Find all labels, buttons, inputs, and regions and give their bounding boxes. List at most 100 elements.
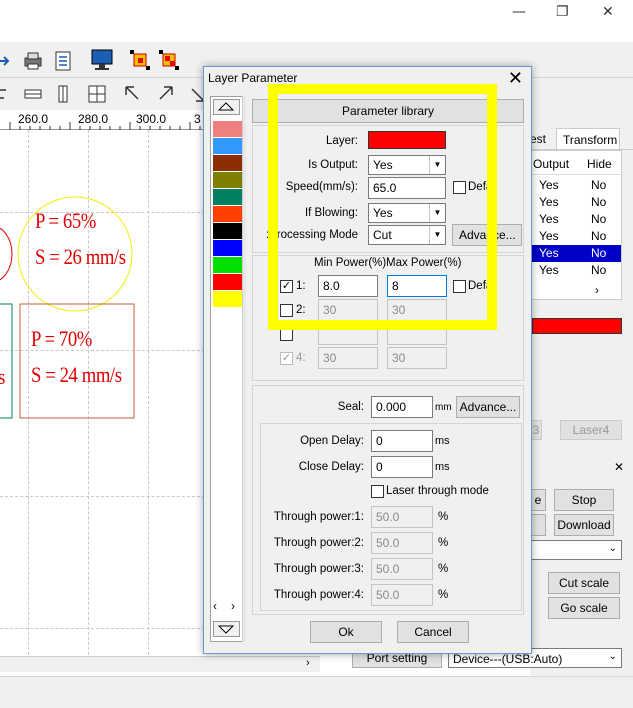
row-hide: No	[591, 246, 607, 260]
layer-color-bar	[532, 318, 622, 334]
is-output-select[interactable]: Yes ▼	[368, 155, 446, 175]
max-power-input[interactable]: 30	[387, 299, 447, 321]
layer-color-swatch-item[interactable]	[213, 189, 242, 205]
laser-through-checkbox[interactable]	[371, 485, 384, 498]
table-row[interactable]: Yes No	[531, 177, 621, 194]
scroll-down-button[interactable]	[213, 621, 240, 637]
tab-test[interactable]: est	[530, 132, 546, 146]
max-power-input[interactable]	[387, 323, 447, 345]
layer-color-swatch-item[interactable]	[213, 291, 242, 307]
layer-color-swatch-item[interactable]	[213, 257, 242, 273]
select-node-icon[interactable]	[128, 48, 154, 74]
start-button-partial[interactable]: e	[530, 489, 546, 511]
through-power-input[interactable]: 50.0	[371, 584, 433, 606]
arrow-up-right-icon[interactable]	[154, 84, 176, 106]
layer-color-swatch-item[interactable]	[213, 223, 242, 239]
if-blowing-select[interactable]: Yes ▼	[368, 203, 446, 223]
dialog-close-icon[interactable]: ✕	[508, 68, 523, 89]
power-row-checkbox[interactable]	[280, 328, 293, 341]
speed-default-checkbox[interactable]	[453, 181, 466, 194]
power-default-label: Defa	[468, 280, 493, 292]
horizontal-scrollbar[interactable]: ›	[0, 656, 320, 672]
chevron-down-icon[interactable]: ⌄	[609, 651, 617, 662]
table-row[interactable]: Yes No	[531, 245, 621, 262]
seal-input[interactable]: 0.000	[371, 396, 433, 418]
through-power-input[interactable]: 50.0	[371, 532, 433, 554]
open-delay-input[interactable]: 0	[371, 430, 433, 452]
through-power-input[interactable]: 50.0	[371, 558, 433, 580]
select-group-icon[interactable]	[157, 48, 183, 74]
tab-laser4[interactable]: Laser4	[560, 420, 622, 440]
chevron-down-icon[interactable]: ⌄	[609, 543, 617, 554]
stop-button[interactable]: Stop	[554, 489, 614, 511]
through-power-input[interactable]: 50.0	[371, 506, 433, 528]
row-output: Yes	[539, 229, 559, 243]
seal-advance-button[interactable]: Advance...	[456, 396, 520, 418]
close-button[interactable]: ✕	[602, 4, 614, 20]
power-default-checkbox[interactable]	[453, 280, 466, 293]
button-partial[interactable]	[530, 514, 546, 536]
chevron-right-icon[interactable]: ›	[231, 599, 235, 613]
chevron-right-icon[interactable]: ›	[306, 657, 310, 669]
through-power-label: Through power:3:	[273, 563, 364, 575]
chevron-left-icon[interactable]: ‹	[213, 599, 217, 613]
layer-color-swatch-item[interactable]	[213, 138, 242, 154]
printer-icon[interactable]	[22, 50, 44, 72]
cut-scale-button[interactable]: Cut scale	[548, 572, 620, 594]
processing-mode-select[interactable]: Cut ▼	[368, 225, 446, 245]
arrow-up-left-icon[interactable]	[122, 84, 144, 106]
cancel-button[interactable]: Cancel	[397, 621, 469, 643]
row-output: Yes	[539, 246, 559, 260]
layer-color-swatch-item[interactable]	[213, 121, 242, 137]
chevron-down-icon[interactable]: ▼	[429, 226, 445, 244]
close-delay-input[interactable]: 0	[371, 456, 433, 478]
design-canvas[interactable]: P = 65% S = 26 mm/s P = 70% S = 24 mm/s …	[0, 130, 205, 670]
list-icon[interactable]	[52, 50, 74, 72]
parameter-library-button[interactable]: Parameter library	[252, 99, 524, 123]
go-scale-button[interactable]: Go scale	[548, 597, 620, 619]
canvas-shapes	[0, 196, 135, 419]
min-power-input[interactable]: 8.0	[318, 275, 378, 297]
table-row[interactable]: Yes No	[531, 262, 621, 279]
min-power-input[interactable]	[318, 323, 378, 345]
max-power-input[interactable]: 30	[387, 347, 447, 369]
layer-color-swatch-item[interactable]	[213, 155, 242, 171]
mode-select[interactable]: ⌄	[530, 540, 622, 560]
chevron-down-icon[interactable]: ▼	[429, 156, 445, 174]
table-row[interactable]: Yes No	[531, 194, 621, 211]
column-hide[interactable]: Hide	[587, 157, 612, 171]
power-row-checkbox[interactable]: ✓	[280, 352, 293, 365]
download-button[interactable]: Download	[554, 514, 614, 536]
max-power-input[interactable]: 8	[387, 275, 447, 297]
speed-input[interactable]: 65.0	[368, 177, 446, 199]
same-width-icon[interactable]	[52, 84, 74, 106]
column-output[interactable]: Output	[533, 157, 569, 171]
power-row-checkbox[interactable]	[280, 304, 293, 317]
chevron-right-icon[interactable]: ›	[595, 283, 599, 297]
layer-color-swatch-item[interactable]	[213, 206, 242, 222]
layer-color-swatch[interactable]	[368, 131, 446, 149]
panel-close-icon[interactable]: ✕	[614, 460, 624, 474]
advance-button[interactable]: Advance...	[452, 224, 522, 246]
layer-color-swatch-item[interactable]	[213, 240, 242, 256]
restore-button[interactable]: ❐	[556, 4, 569, 20]
minimize-button[interactable]: —	[512, 4, 526, 20]
table-row[interactable]: Yes No	[531, 228, 621, 245]
align-icon[interactable]	[0, 84, 16, 106]
tab-transform[interactable]: Transform	[556, 128, 620, 150]
grid-icon[interactable]	[86, 84, 108, 106]
scroll-up-button[interactable]	[213, 99, 240, 115]
layer-color-swatch-item[interactable]	[213, 172, 242, 188]
ok-button[interactable]: Ok	[310, 621, 382, 643]
min-power-input[interactable]: 30	[318, 347, 378, 369]
color-list-scrollbar[interactable]	[242, 96, 246, 642]
power-row-checkbox[interactable]: ✓	[280, 280, 293, 293]
monitor-icon[interactable]	[90, 48, 114, 72]
table-row[interactable]: Yes No	[531, 211, 621, 228]
arrow-right-icon[interactable]	[0, 50, 18, 72]
processing-mode-label: Processing Mode:	[265, 229, 358, 241]
chevron-down-icon[interactable]: ▼	[429, 204, 445, 222]
same-height-icon[interactable]	[22, 84, 44, 106]
layer-color-swatch-item[interactable]	[213, 274, 242, 290]
min-power-input[interactable]: 30	[318, 299, 378, 321]
